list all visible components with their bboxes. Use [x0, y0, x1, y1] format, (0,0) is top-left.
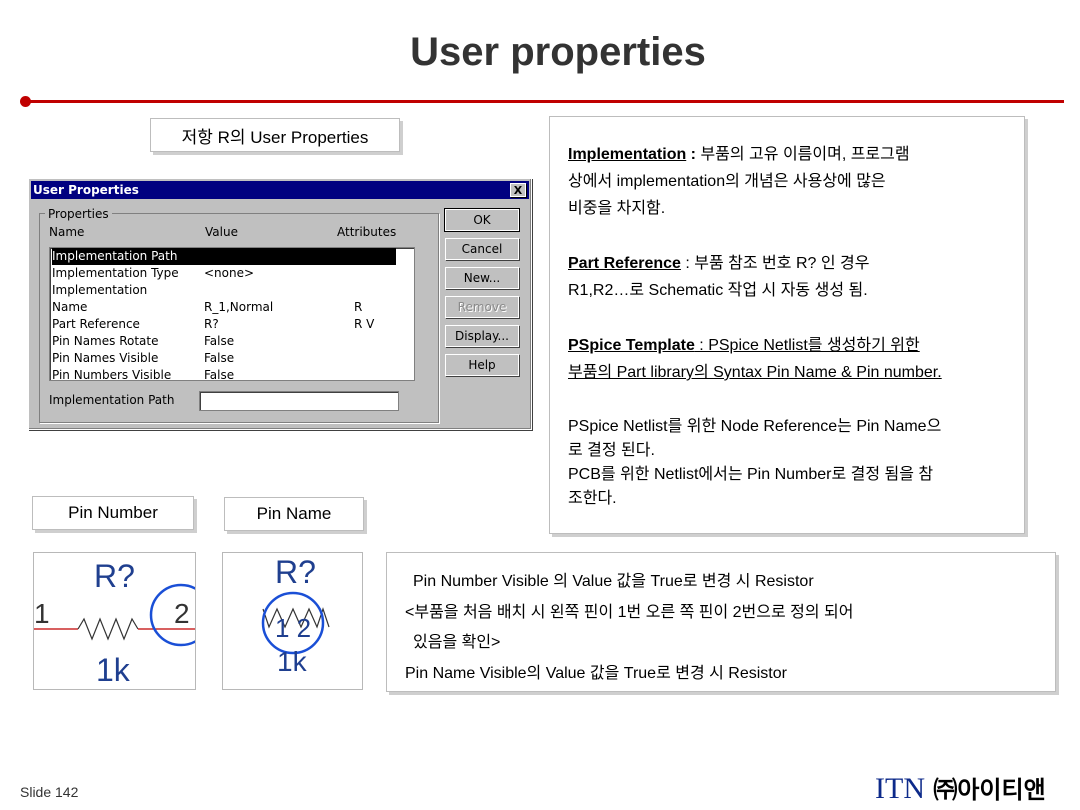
implementation-sep: : — [686, 146, 701, 163]
list-item-name: Pin Numbers Visible — [52, 368, 172, 381]
note-line4: Pin Name Visible의 Value 값을 True로 변경 시 Re… — [405, 665, 787, 682]
caption-pin-name: Pin Name — [224, 497, 364, 531]
info-panel: Implementation : 부품의 고유 이름이며, 프로그램 상에서 i… — [549, 116, 1025, 534]
note-line2: <부품을 처음 배치 시 왼쪽 핀이 1번 오른 쪽 핀이 2번으로 정의 되어 — [405, 604, 854, 621]
dialog-title: User Properties — [33, 183, 139, 197]
list-item-value: R? — [204, 317, 219, 331]
node-reference-line2: 로 결정 된다. — [568, 442, 655, 459]
list-item-value: False — [204, 351, 235, 365]
properties-group-label: Properties — [45, 207, 112, 221]
list-scrollbar[interactable]: ▲ ▼ — [414, 249, 415, 379]
list-item-value: False — [204, 368, 235, 381]
logo-text-en: ITN — [875, 772, 925, 805]
column-header-name: Name — [49, 225, 85, 239]
list-item-name: Pin Names Visible — [52, 351, 159, 365]
pspice-template-term: PSpice Template — [568, 337, 695, 354]
implementation-line1: 부품의 고유 이름이며, 프로그램 — [700, 146, 910, 163]
pin-name-schematic: R? 1 2 1k — [222, 552, 363, 690]
company-logo: ITN ㈜아이티앤 — [875, 770, 1046, 806]
scroll-down-icon[interactable]: ▼ — [414, 362, 415, 379]
list-item[interactable]: Implementation Path — [52, 248, 396, 265]
user-properties-dialog: User Properties X Properties Name Value … — [28, 178, 532, 430]
list-item[interactable]: Pin Names Visible False — [52, 350, 396, 367]
part-reference-line1: : 부품 참조 번호 R? 인 경우 — [680, 255, 870, 272]
remove-button[interactable]: Remove — [445, 296, 519, 318]
list-item-attr: R — [354, 300, 363, 314]
logo-text-kr: ㈜아이티앤 — [933, 776, 1046, 804]
properties-list[interactable]: Implementation Path Implementation Type … — [49, 247, 415, 381]
implementation-line3: 비중을 차지함. — [568, 200, 666, 217]
list-item[interactable]: Pin Names Rotate False — [52, 333, 396, 350]
pin-number-right: 2 — [174, 598, 190, 629]
pspice-template-desc: PSpice Template : PSpice Netlist를 생성하기 위… — [568, 332, 1008, 386]
column-header-value: Value — [205, 225, 238, 239]
list-item-name: Implementation Type — [52, 266, 179, 280]
node-reference-line1: PSpice Netlist를 위한 Node Reference는 Pin N… — [568, 418, 942, 435]
implementation-path-input[interactable] — [199, 391, 399, 411]
part-reference-desc: Part Reference : 부품 참조 번호 R? 인 경우 R1,R2…… — [568, 250, 1008, 304]
pin-number-schematic: R? 1 2 1k — [33, 552, 196, 690]
caption-pin-number: Pin Number — [32, 496, 194, 530]
caption-user-properties: 저항 R의 User Properties — [150, 118, 400, 152]
list-item-name: Implementation — [52, 283, 148, 297]
pcb-netlist-line2: 조한다. — [568, 490, 617, 507]
close-icon[interactable]: X — [510, 183, 526, 197]
list-item[interactable]: Part Reference R? R V — [52, 316, 396, 333]
implementation-term: Implementation — [568, 146, 687, 163]
scroll-thumb[interactable] — [414, 266, 415, 330]
list-item[interactable]: Name R_1,Normal R — [52, 299, 396, 316]
note-panel: Pin Number Visible 의 Value 값을 True로 변경 시… — [386, 552, 1056, 692]
dialog-titlebar[interactable]: User Properties X — [31, 181, 529, 199]
ok-button[interactable]: OK — [444, 208, 520, 232]
cancel-button[interactable]: Cancel — [445, 238, 519, 260]
pspice-template-line1: : PSpice Netlist를 생성하기 위한 — [694, 337, 920, 354]
list-item-name: Part Reference — [52, 317, 140, 331]
column-header-attributes: Attributes — [337, 225, 397, 239]
reference-designator: R? — [94, 558, 135, 594]
component-value: 1k — [277, 646, 308, 677]
reference-designator: R? — [275, 554, 316, 590]
list-item-name: Pin Names Rotate — [52, 334, 159, 348]
implementation-desc: Implementation : 부품의 고유 이름이며, 프로그램 상에서 i… — [568, 141, 1008, 222]
slide-number: Slide 142 — [20, 784, 79, 800]
implementation-path-label: Implementation Path — [49, 393, 175, 407]
list-item-value: R_1,Normal — [204, 300, 274, 314]
list-item-value: False — [204, 334, 235, 348]
list-item-name: Name — [52, 300, 88, 314]
scroll-up-icon[interactable]: ▲ — [414, 249, 415, 266]
netlist-desc: PSpice Netlist를 위한 Node Reference는 Pin N… — [568, 415, 1008, 511]
display-button[interactable]: Display... — [445, 325, 519, 347]
implementation-line2: 상에서 implementation의 개념은 사용상에 많은 — [568, 173, 886, 190]
part-reference-line2: R1,R2…로 Schematic 작업 시 자동 생성 됨. — [568, 282, 868, 299]
resistor-symbol-pin-name: R? 1 2 1k — [261, 554, 330, 677]
pspice-template-line2: 부품의 Part library의 Syntax Pin Name & Pin … — [568, 364, 942, 381]
new-button[interactable]: New... — [445, 267, 519, 289]
pin-names: 1 2 — [275, 613, 311, 643]
page-title: User properties — [410, 30, 706, 74]
list-item-name: Implementation Path — [52, 249, 178, 263]
pin-number-left: 1 — [34, 598, 50, 629]
part-reference-term: Part Reference — [568, 255, 681, 272]
pcb-netlist-line1: PCB를 위한 Netlist에서는 Pin Number로 결정 됨을 참 — [568, 466, 934, 483]
note-line1: Pin Number Visible 의 Value 값을 True로 변경 시… — [413, 573, 814, 590]
resistor-symbol-pin-number: R? 1 2 1k — [34, 558, 195, 688]
list-item-value: <none> — [204, 266, 255, 280]
list-item[interactable]: Pin Numbers Visible False — [52, 367, 396, 381]
note-line3: 있음을 확인> — [413, 634, 501, 651]
list-item[interactable]: Implementation Type <none> — [52, 265, 396, 282]
component-value: 1k — [96, 652, 131, 688]
list-item-attr: R V — [354, 317, 375, 331]
list-item[interactable]: Implementation — [52, 282, 396, 299]
title-rule — [24, 100, 1064, 103]
help-button[interactable]: Help — [445, 354, 519, 376]
